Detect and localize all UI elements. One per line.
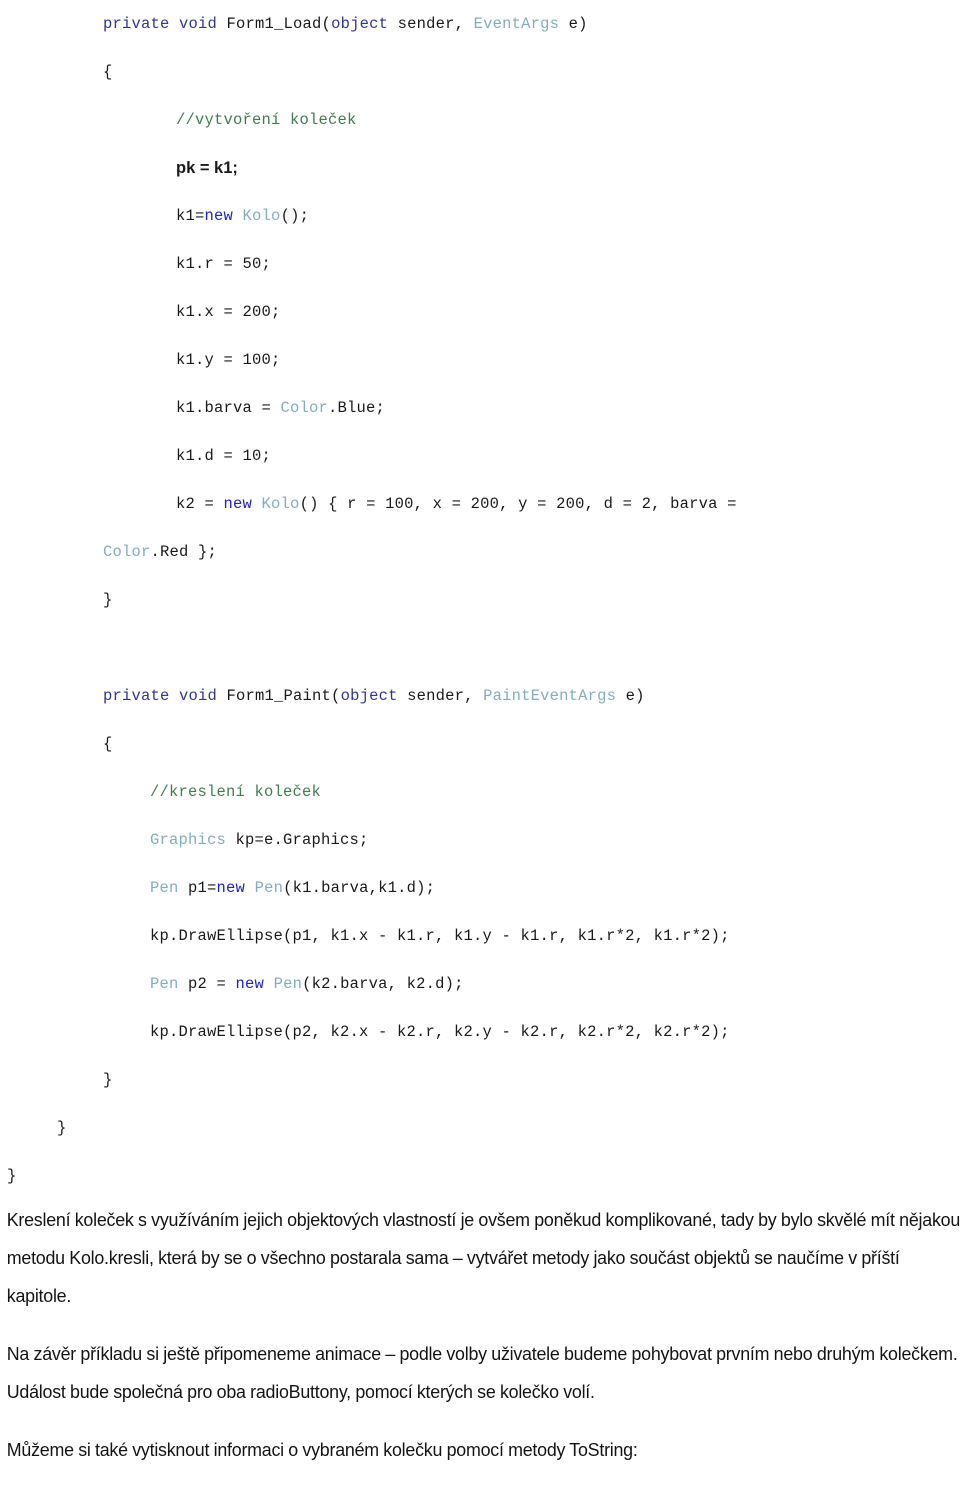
code-token-plain: k1.r = 50; bbox=[176, 255, 272, 273]
code-token-plain: e) bbox=[616, 687, 645, 705]
code-token-plain: { bbox=[103, 735, 113, 753]
code-line: private void Form1_Paint(object sender, … bbox=[0, 672, 960, 720]
code-token-kw: private void bbox=[103, 15, 227, 33]
code-token-type: Pen bbox=[273, 975, 303, 993]
paragraph-2: Na závěr příkladu si ještě připomeneme a… bbox=[6, 1342, 958, 1402]
code-token-type: Pen bbox=[150, 975, 179, 993]
code-token-plain: Form1_Paint( bbox=[226, 687, 341, 705]
code-token-kw-new: new bbox=[216, 879, 246, 897]
code-line: Pen p1=new Pen(k1.barva,k1.d); bbox=[0, 864, 960, 912]
code-token-kw-new: new bbox=[223, 495, 253, 513]
code-token-type: Color bbox=[103, 543, 151, 561]
code-token-plain: kp.DrawEllipse(p2, k2.x - k2.r, k2.y - k… bbox=[150, 1023, 730, 1041]
code-token-plain: kp.DrawEllipse(p1, k1.x - k1.r, k1.y - k… bbox=[150, 927, 730, 945]
code-line: //kreslení koleček bbox=[0, 768, 960, 816]
code-token-type: Kolo bbox=[242, 207, 281, 225]
code-token-plain: .Blue; bbox=[328, 399, 386, 417]
code-token-plain: sender, bbox=[388, 15, 474, 33]
code-token-plain: } bbox=[103, 591, 113, 609]
code-token-plain: sender, bbox=[397, 687, 484, 705]
code-token-type: Graphics bbox=[150, 831, 227, 849]
code-token-type: Pen bbox=[150, 879, 179, 897]
code-token-plain: (k1.barva,k1.d); bbox=[283, 879, 436, 897]
code-token-plain: k1= bbox=[176, 207, 205, 225]
code-token-plain: kp=e.Graphics; bbox=[226, 831, 369, 849]
code-line: k1.barva = Color.Blue; bbox=[0, 384, 960, 432]
code-line: //vytvoření koleček bbox=[0, 96, 960, 144]
code-token-plain: k2 = bbox=[176, 495, 224, 513]
code-token-plain: Form1_Load( bbox=[226, 15, 332, 33]
code-token-plain: k1.y = 100; bbox=[176, 351, 281, 369]
code-token-plain: (k2.barva, k2.d); bbox=[302, 975, 464, 993]
code-token-cmt: //vytvoření koleček bbox=[176, 111, 357, 129]
code-token-type: PaintEventArgs bbox=[483, 687, 617, 705]
code-token-plain: pk = k1; bbox=[176, 159, 238, 177]
code-line: k1.d = 10; bbox=[0, 432, 960, 480]
code-line: pk = k1; bbox=[0, 144, 960, 192]
code-token-type: Color bbox=[280, 399, 329, 417]
code-token-cmt: //kreslení koleček bbox=[150, 783, 322, 801]
code-token-type: Pen bbox=[254, 879, 284, 897]
code-token-plain: k1.x = 200; bbox=[176, 303, 281, 321]
paragraph-3: Můžeme si také vytisknout informaci o vy… bbox=[6, 1438, 638, 1460]
code-token-plain: () { r = 100, x = 200, y = 200, d = 2, b… bbox=[299, 495, 737, 513]
code-line: k1.y = 100; bbox=[0, 336, 960, 384]
document-page: private void Form1_Load(object sender, E… bbox=[0, 0, 960, 1460]
code-line: k1.x = 200; bbox=[0, 288, 960, 336]
code-line: } bbox=[0, 1104, 960, 1152]
code-token-plain: } bbox=[57, 1119, 67, 1137]
code-token-kw: private void bbox=[103, 687, 227, 705]
code-token-kw-new: new bbox=[235, 975, 265, 993]
code-line: k1=new Kolo(); bbox=[0, 192, 960, 240]
code-token-plain: } bbox=[103, 1071, 113, 1089]
code-token-plain: k1.d = 10; bbox=[176, 447, 272, 465]
code-line: Graphics kp=e.Graphics; bbox=[0, 816, 960, 864]
code-line: { bbox=[0, 48, 960, 96]
code-line: private void Form1_Load(object sender, E… bbox=[0, 0, 960, 48]
code-token-type: Kolo bbox=[261, 495, 300, 513]
code-line bbox=[0, 624, 960, 672]
prose-section: Kreslení koleček s využíváním jejich obj… bbox=[0, 1182, 960, 1487]
code-token-type: EventArgs bbox=[473, 15, 560, 33]
code-token-kw: object bbox=[340, 687, 398, 705]
code-line: kp.DrawEllipse(p2, k2.x - k2.r, k2.y - k… bbox=[0, 1008, 960, 1056]
code-line: { bbox=[0, 720, 960, 768]
code-listing: private void Form1_Load(object sender, E… bbox=[0, 0, 960, 1200]
code-token-plain: e) bbox=[559, 15, 588, 33]
code-line: } bbox=[0, 576, 960, 624]
code-line: } bbox=[0, 1056, 960, 1104]
code-token-kw: object bbox=[331, 15, 389, 33]
code-token-plain: p2 = bbox=[178, 975, 236, 993]
paragraph-1: Kreslení koleček s využíváním jejich obj… bbox=[6, 1208, 960, 1306]
code-token-plain: { bbox=[103, 63, 113, 81]
code-line: Color.Red }; bbox=[0, 528, 960, 576]
code-token-kw-new: new bbox=[204, 207, 234, 225]
code-token-plain: k1.barva = bbox=[176, 399, 281, 417]
code-token-plain: (); bbox=[280, 207, 310, 225]
code-line: k2 = new Kolo() { r = 100, x = 200, y = … bbox=[0, 480, 960, 528]
code-token-plain: p1= bbox=[178, 879, 217, 897]
code-line: kp.DrawEllipse(p1, k1.x - k1.r, k1.y - k… bbox=[0, 912, 960, 960]
code-line: Pen p2 = new Pen(k2.barva, k2.d); bbox=[0, 960, 960, 1008]
code-line: k1.r = 50; bbox=[0, 240, 960, 288]
code-token-plain: .Red }; bbox=[150, 543, 218, 561]
